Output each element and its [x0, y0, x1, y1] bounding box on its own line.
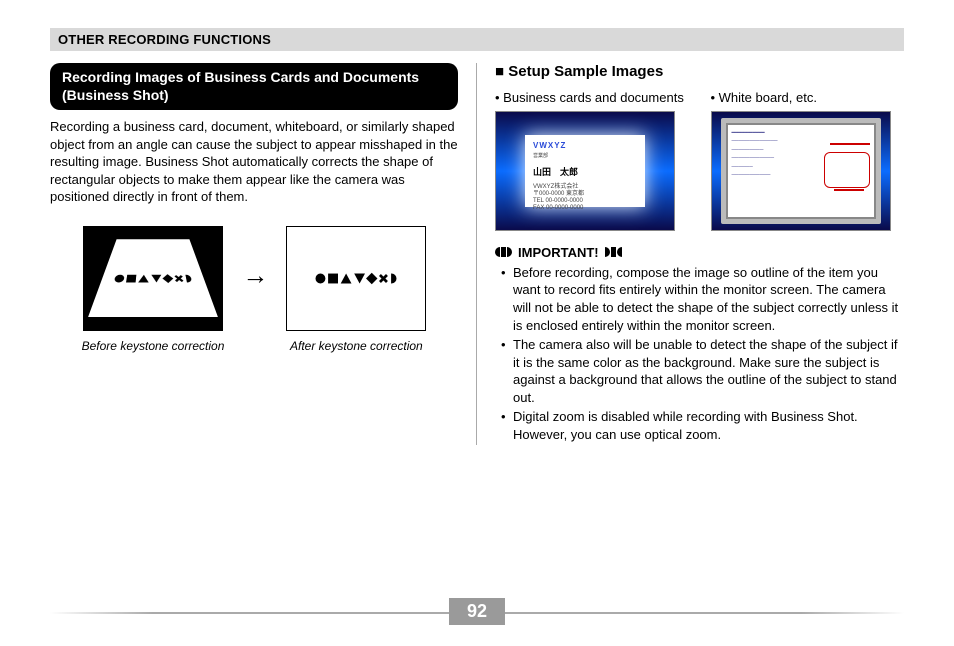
setup-heading: ■ Setup Sample Images — [495, 63, 904, 80]
topic-title-pill: Recording Images of Business Cards and D… — [50, 63, 458, 110]
bizcard-name: 山田 太郎 — [533, 165, 637, 178]
important-deco-left-icon — [495, 247, 512, 257]
page-footer: 92 — [0, 598, 954, 628]
after-caption: After keystone correction — [286, 339, 426, 353]
right-column: ■ Setup Sample Images • Business cards a… — [477, 63, 904, 445]
list-item: Digital zoom is disabled while recording… — [513, 408, 904, 443]
sample-business-card-image: VWXYZ 営業部 山田 太郎 VWXYZ株式会社〒000-0000 東京都TE… — [495, 111, 675, 231]
important-bullets: Before recording, compose the image so o… — [495, 264, 904, 443]
list-item: The camera also will be unable to detect… — [513, 336, 904, 406]
sample1-label: • Business cards and documents — [495, 90, 689, 107]
left-column: Recording Images of Business Cards and D… — [50, 63, 477, 445]
page-number: 92 — [449, 598, 505, 625]
section-header: OTHER RECORDING FUNCTIONS — [50, 28, 904, 51]
important-deco-right-icon — [605, 247, 622, 257]
arrow-icon: → — [242, 262, 268, 316]
list-item: Before recording, compose the image so o… — [513, 264, 904, 334]
before-keystone-image — [83, 226, 223, 331]
before-caption: Before keystone correction — [82, 339, 225, 353]
bizcard-logo: VWXYZ — [533, 141, 637, 150]
sample-whiteboard-image: ━━━━━━━━━━━─────────────────────────────… — [711, 111, 891, 231]
after-keystone-image — [286, 226, 426, 331]
topic-body-text: Recording a business card, document, whi… — [50, 118, 458, 206]
keystone-illustration: Before keystone correction → After keyst… — [50, 226, 458, 353]
important-heading: IMPORTANT! — [495, 245, 904, 260]
important-label: IMPORTANT! — [518, 245, 599, 260]
sample2-label: • White board, etc. — [711, 90, 905, 107]
